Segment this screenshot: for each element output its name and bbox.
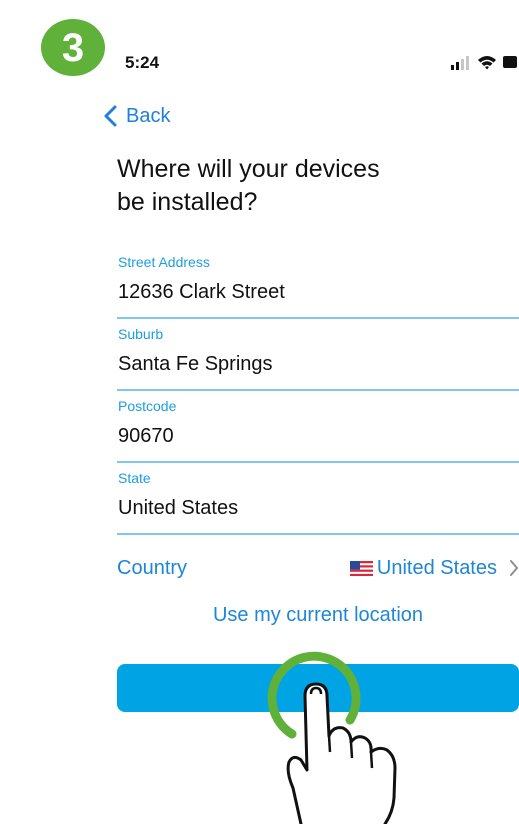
us-flag-icon: [349, 560, 373, 576]
status-time: 5:24: [125, 53, 160, 72]
country-selector[interactable]: Country United States: [117, 553, 519, 583]
street-address-input[interactable]: 12636 Clark Street: [118, 281, 285, 304]
country-value: United States: [376, 556, 497, 579]
battery-icon: [503, 56, 517, 68]
cellular-signal-icon: [451, 56, 469, 70]
street-address-label: Street Address: [118, 254, 210, 270]
suburb-input[interactable]: Santa Fe Springs: [118, 353, 273, 376]
step-number-badge: 3: [41, 19, 105, 76]
use-current-location-link[interactable]: Use my current location: [117, 604, 519, 627]
back-label: Back: [126, 104, 171, 127]
postcode-input[interactable]: 90670: [118, 425, 174, 448]
status-icons: [451, 56, 517, 70]
street-address-field[interactable]: Street Address 12636 Clark Street: [117, 251, 519, 319]
state-field[interactable]: State United States: [117, 467, 519, 535]
page-title-line-1: Where will your devices: [117, 155, 380, 183]
postcode-field[interactable]: Postcode 90670: [117, 395, 519, 463]
chevron-left-icon: [104, 105, 117, 127]
country-label: Country: [117, 556, 188, 579]
pointing-hand-icon: [286, 682, 397, 824]
postcode-label: Postcode: [118, 398, 177, 414]
suburb-label: Suburb: [118, 326, 164, 342]
page-title-line-2: be installed?: [117, 188, 258, 216]
wifi-icon: [478, 56, 496, 70]
back-button[interactable]: Back: [103, 104, 170, 128]
suburb-field[interactable]: Suburb Santa Fe Springs: [117, 323, 519, 391]
page-title: Where will your devices be installed?: [117, 153, 417, 219]
step-number: 3: [61, 25, 85, 70]
country-value-group: United States: [349, 556, 519, 580]
chevron-right-icon: [510, 560, 518, 576]
state-input[interactable]: United States: [118, 497, 238, 520]
state-label: State: [118, 470, 151, 486]
